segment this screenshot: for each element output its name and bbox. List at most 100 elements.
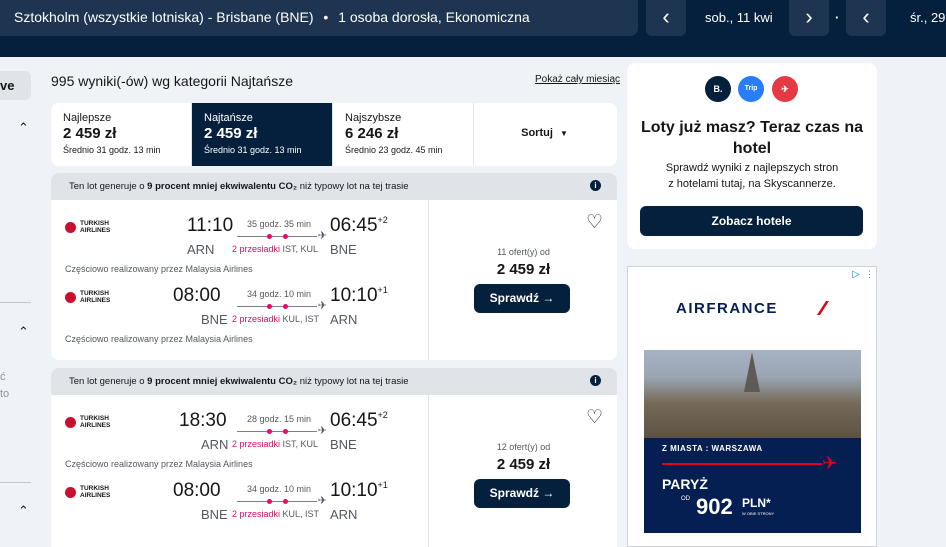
airline-logo: TURKISH AIRLINES: [65, 415, 110, 429]
departure-time: 08:00: [173, 285, 221, 306]
day-offset: +2: [377, 410, 388, 420]
turkish-airlines-icon: [65, 416, 76, 428]
arrival-time-value: 06:45: [330, 215, 378, 236]
flight-card[interactable]: Ten lot generuje o 9 procent mniej ekwiw…: [51, 368, 617, 547]
sort-label: Sortuj: [521, 127, 553, 139]
ad-close-icon[interactable]: ⋮: [865, 269, 874, 280]
turkish-airlines-icon: [65, 291, 76, 303]
return-date[interactable]: śr., 29: [910, 0, 945, 36]
arrival-time-value: 06:45: [330, 410, 378, 431]
departure-airport: ARN: [201, 437, 229, 452]
turkish-airlines-icon: [65, 486, 76, 498]
airline-name: AIRLINES: [80, 422, 111, 429]
stops-airports: IST, KUL: [282, 244, 319, 254]
inbound-leg: TURKISH AIRLINES 08:00 34 godz. 10 min ✈ …: [51, 465, 428, 535]
arrival-time: 06:45+2: [330, 215, 388, 237]
sort-button[interactable]: Sortuj ▼: [474, 103, 615, 166]
arrival-airport: BNE: [330, 242, 357, 257]
arrival-airport: BNE: [330, 437, 357, 452]
sidebar-divider: [0, 302, 31, 303]
tab-fastest[interactable]: Najszybsze 6 246 zł Średnio 23 godz. 45 …: [333, 103, 474, 166]
tab-label: Najtańsze: [204, 112, 253, 124]
ad-destination: PARYŻ: [662, 476, 708, 492]
route-line: ✈: [237, 425, 327, 437]
airfrance-logo: AIRFRANCE: [676, 300, 778, 317]
tab-cheapest[interactable]: Najtańsze 2 459 zł Średnio 31 godz. 13 m…: [192, 103, 333, 166]
eco-text: Ten lot generuje o: [69, 181, 148, 192]
departure-time: 18:30: [179, 410, 227, 431]
sidebar-filter-button[interactable]: ve: [0, 71, 31, 100]
depart-date[interactable]: sob., 11 kwi: [705, 0, 773, 36]
chevron-right-icon: ›: [805, 4, 813, 29]
info-icon[interactable]: i: [590, 375, 601, 386]
eco-text: niż typowy lot na tej trasie: [297, 181, 409, 192]
inbound-leg: TURKISH AIRLINES 08:00 34 godz. 10 min ✈ …: [51, 270, 428, 340]
tab-duration: Średnio 23 godz. 45 min: [345, 145, 443, 155]
chevron-up-icon[interactable]: ⌃: [18, 120, 29, 136]
see-hotels-button[interactable]: Zobacz hotele: [640, 206, 863, 236]
eco-banner: Ten lot generuje o 9 procent mniej ekwiw…: [51, 173, 617, 200]
airline-name: TURKISH: [80, 290, 109, 297]
arrival-airport: ARN: [330, 507, 358, 522]
plane-icon: ✈: [317, 425, 327, 437]
flight-duration: 34 godz. 10 min: [246, 484, 312, 494]
select-button[interactable]: Sprawdź →: [474, 284, 570, 313]
offers-count: 11 ofert(y) od: [497, 247, 550, 257]
stops-info: 2 przesiadki KUL, IST: [232, 314, 319, 324]
advertisement[interactable]: ▷ ⋮ AIRFRANCE Z MIASTA : WARSZAWA ✈ PARY…: [627, 266, 877, 547]
route-line: ✈: [237, 230, 327, 242]
date-separator: ·: [835, 10, 840, 25]
stops-info: 2 przesiadki KUL, IST: [232, 509, 319, 519]
ad-offer-panel: Z MIASTA : WARSZAWA ✈ PARYŻ OD 902 PLN* …: [644, 438, 861, 533]
info-icon[interactable]: i: [590, 180, 601, 191]
stops-count: 2 przesiadki: [232, 244, 281, 254]
tab-price: 2 459 zł: [63, 125, 117, 142]
show-month-link[interactable]: Pokaż cały miesiąc: [535, 74, 620, 85]
tab-duration: Średnio 31 godz. 13 min: [204, 145, 302, 155]
stops-airports: IST, KUL: [282, 439, 319, 449]
stops-airports: KUL, IST: [282, 509, 320, 519]
eco-text: niż typowy lot na tej trasie: [297, 376, 409, 387]
flight-duration: 28 godz. 15 min: [246, 414, 312, 424]
prev-depart-date-button[interactable]: ‹: [646, 0, 686, 36]
heart-icon[interactable]: ♡: [586, 211, 603, 234]
airline-name: AIRLINES: [80, 492, 111, 499]
airline-name: TURKISH: [80, 485, 109, 492]
airfrance-slash-icon: [817, 301, 829, 315]
tab-price: 2 459 zł: [204, 125, 258, 142]
flight-duration: 35 godz. 35 min: [246, 219, 312, 229]
arrival-time: 10:10+1: [330, 285, 388, 307]
stops-count: 2 przesiadki: [232, 509, 281, 519]
outbound-leg: TURKISH AIRLINES 11:10 35 godz. 35 min ✈ …: [51, 200, 428, 270]
price: 2 459 zł: [496, 261, 551, 278]
sidebar-button-label: ve: [0, 78, 15, 93]
departure-airport: ARN: [187, 242, 215, 257]
heart-icon[interactable]: ♡: [586, 406, 603, 429]
search-summary[interactable]: Sztokholm (wszystkie lotniska) - Brisban…: [0, 0, 638, 36]
paris-photo: [644, 350, 861, 438]
operated-by: Częściowo realizowany przez Malaysia Air…: [65, 334, 253, 344]
prev-return-date-button[interactable]: ‹: [846, 0, 886, 36]
route-text: Sztokholm (wszystkie lotniska) - Brisban…: [14, 9, 314, 25]
select-button[interactable]: Sprawdź →: [474, 479, 570, 508]
stops-count: 2 przesiadki: [232, 439, 281, 449]
departure-time: 11:10: [187, 215, 234, 236]
airline-logo: TURKISH AIRLINES: [65, 485, 110, 499]
booking-logo: B.: [705, 76, 731, 102]
sidebar-text: to: [0, 388, 10, 400]
chevron-up-icon[interactable]: ⌃: [18, 503, 29, 519]
sidebar-divider: [0, 482, 31, 483]
tab-best[interactable]: Najlepsze 2 459 zł Średnio 31 godz. 13 m…: [51, 103, 192, 166]
arrival-airport: ARN: [330, 312, 358, 327]
tab-label: Najlepsze: [63, 112, 112, 124]
chevron-left-icon: ‹: [662, 4, 670, 29]
trip-logo: Trip: [738, 76, 764, 102]
day-offset: +2: [377, 215, 388, 225]
departure-airport: BNE: [201, 507, 228, 522]
next-depart-date-button[interactable]: ›: [789, 0, 829, 36]
chevron-up-icon[interactable]: ⌃: [18, 324, 29, 340]
airline-name: AIRLINES: [80, 297, 111, 304]
adchoices-icon[interactable]: ▷: [852, 269, 860, 280]
ad-from-label: OD: [681, 496, 690, 502]
flight-card[interactable]: Ten lot generuje o 9 procent mniej ekwiw…: [51, 173, 617, 360]
